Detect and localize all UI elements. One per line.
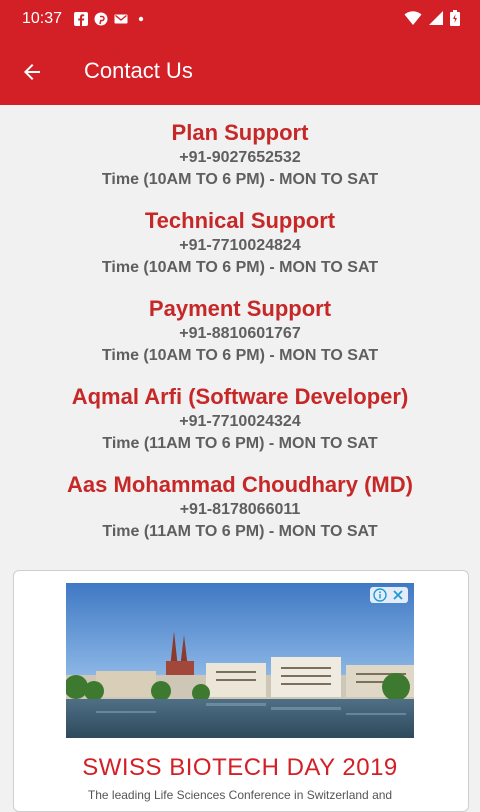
contact-name: Aqmal Arfi (Software Developer) (71, 384, 409, 409)
contact-hours: Time (10AM TO 6 PM) - MON TO SAT (101, 171, 379, 188)
contact-plan-support: Plan Support +91-9027652532 Time (10AM T… (0, 105, 480, 191)
ad-headline[interactable]: SWISS BIOTECH DAY 2019 (66, 754, 414, 782)
page-title: Contact Us (84, 58, 193, 83)
ad-controls (370, 587, 408, 603)
status-time: 10:37 (22, 10, 63, 27)
contact-hours: Time (11AM TO 6 PM) - MON TO SAT (102, 523, 378, 540)
app-bar: Contact Us (0, 38, 480, 105)
arrow-left-icon[interactable] (20, 60, 44, 84)
notification-icons (74, 12, 148, 26)
contact-list: Plan Support +91-9027652532 Time (10AM T… (0, 105, 480, 543)
contact-software-developer: Aqmal Arfi (Software Developer) +91-7710… (0, 367, 480, 455)
contact-phone[interactable]: +91-8810601767 (0, 323, 480, 345)
ad-subtext: The leading Life Sciences Conference in … (87, 788, 393, 802)
contact-name: Technical Support (144, 208, 336, 233)
contact-phone[interactable]: +91-9027652532 (0, 147, 480, 169)
close-icon[interactable] (391, 588, 405, 602)
contact-hours: Time (10AM TO 6 PM) - MON TO SAT (101, 259, 379, 276)
gmail-icon (114, 14, 128, 24)
contact-payment-support: Payment Support +91-8810601767 Time (10A… (0, 279, 480, 367)
wifi-icon (404, 11, 422, 25)
info-icon[interactable] (373, 588, 387, 602)
contact-hours: Time (10AM TO 6 PM) - MON TO SAT (101, 347, 379, 364)
system-icons (404, 10, 460, 26)
facebook-icon (74, 12, 89, 26)
battery-icon (450, 10, 460, 26)
contact-name: Plan Support (171, 120, 309, 145)
status-bar: 10:37 (0, 0, 480, 38)
pinterest-icon (94, 12, 108, 26)
contact-name: Payment Support (148, 296, 332, 321)
contact-phone[interactable]: +91-7710024824 (0, 235, 480, 257)
contact-md: Aas Mohammad Choudhary (MD) +91-81780660… (0, 455, 480, 543)
signal-icon (429, 11, 443, 25)
ad-image[interactable] (66, 583, 414, 738)
dot-icon (138, 16, 144, 22)
ad-banner[interactable]: SWISS BIOTECH DAY 2019 The leading Life … (13, 570, 469, 812)
contact-hours: Time (11AM TO 6 PM) - MON TO SAT (102, 435, 378, 452)
contact-technical-support: Technical Support +91-7710024824 Time (1… (0, 191, 480, 279)
contact-phone[interactable]: +91-7710024324 (0, 411, 480, 433)
contact-name: Aas Mohammad Choudhary (MD) (67, 472, 413, 497)
contact-phone[interactable]: +91-8178066011 (0, 499, 480, 521)
ad-photo (66, 583, 414, 738)
